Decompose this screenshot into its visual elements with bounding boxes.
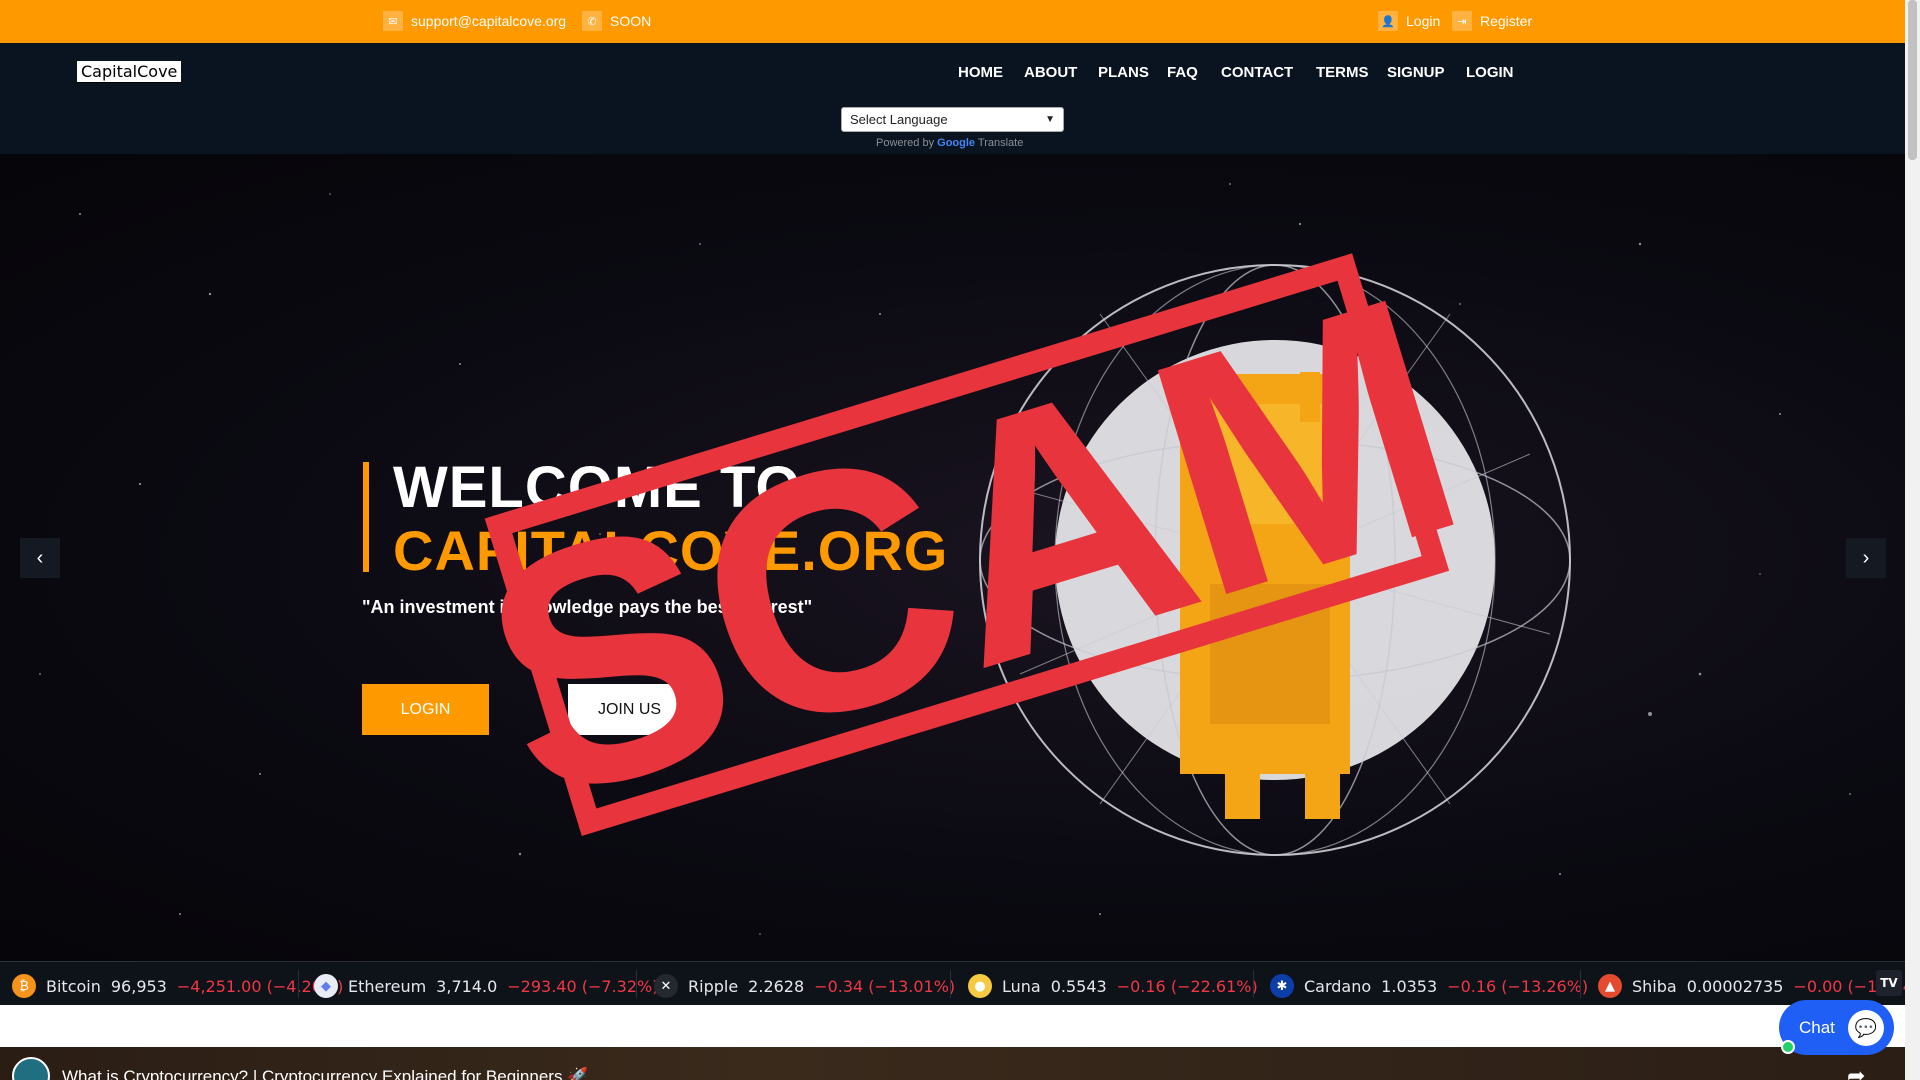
ticker-change: −0.34 (−13.01%) [814, 976, 956, 996]
main-navbar: CapitalCove HOME ABOUT PLANS FAQ CONTACT… [0, 43, 1905, 154]
ticker-item-cardano[interactable]: ✱ Cardano 1.0353 −0.16 (−13.26%) [1270, 974, 1588, 998]
ticker-change: −0.16 (−22.61%) [1116, 976, 1258, 996]
page-spacer [0, 1005, 1905, 1047]
ticker-divider [298, 970, 299, 998]
hero-join-button[interactable]: JOIN US [568, 684, 691, 735]
page: ✉ support@capitalcove.org ✆ SOON 👤 Login… [0, 0, 1920, 1080]
google-translate-credit: Powered by Google Translate [876, 137, 1023, 149]
ticker-name: Ethereum [348, 976, 427, 996]
nav-contact[interactable]: CONTACT [1221, 64, 1293, 81]
cardano-icon: ✱ [1270, 974, 1294, 998]
ticker-change: −0.16 (−13.26%) [1447, 976, 1589, 996]
chevron-left-icon: ‹ [36, 546, 44, 569]
chat-bubble-icon: 💬 [1848, 1010, 1884, 1046]
email-link[interactable]: ✉ support@capitalcove.org [383, 10, 566, 32]
ticker-price: 0.00002735 [1686, 976, 1784, 996]
hero-title-line2: CAPITALCOVE.ORG [393, 519, 949, 582]
shiba-icon: ▲ [1598, 974, 1622, 998]
nav-about[interactable]: ABOUT [1024, 64, 1077, 81]
phone-text: SOON [610, 13, 652, 29]
powered-by-text: Powered by [876, 137, 935, 149]
language-select[interactable]: Select Language ▼ [841, 107, 1064, 132]
youtube-video-embed[interactable]: What is Cryptocurrency? | Cryptocurrency… [0, 1047, 1905, 1080]
slider-next-button[interactable]: › [1846, 538, 1886, 578]
tradingview-logo-icon[interactable]: TV [1876, 970, 1902, 996]
ticker-divider [950, 970, 951, 998]
ticker-price: 0.5543 [1050, 976, 1107, 996]
nav-faq[interactable]: FAQ [1167, 64, 1198, 81]
email-text: support@capitalcove.org [411, 13, 567, 29]
ticker-price: 3,714.0 [436, 976, 498, 996]
topbar-register-text: Register [1480, 13, 1533, 29]
ticker-item-luna[interactable]: ● Luna 0.5543 −0.16 (−22.61%) [968, 974, 1258, 998]
share-icon[interactable]: ➦ [1847, 1063, 1865, 1080]
ticker-price: 2.2628 [748, 976, 805, 996]
language-select-value: Select Language [850, 112, 948, 127]
hero-quote: "An investment in knowledge pays the bes… [362, 597, 813, 617]
ethereum-icon: ◆ [314, 974, 338, 998]
envelope-icon: ✉ [383, 11, 403, 31]
site-logo[interactable]: CapitalCove [77, 61, 182, 83]
ticker-name: Luna [1002, 976, 1041, 996]
ripple-icon: ✕ [654, 974, 678, 998]
hero-login-button[interactable]: LOGIN [362, 684, 489, 735]
phone-icon: ✆ [582, 11, 602, 31]
phone-link[interactable]: ✆ SOON [582, 10, 651, 32]
channel-avatar[interactable] [12, 1057, 50, 1080]
chat-widget-button[interactable]: Chat 💬 [1779, 1000, 1894, 1055]
ticker-divider [636, 970, 637, 998]
crypto-ticker-tape[interactable]: ₿ Bitcoin 96,953 −4,251.00 (−4.20%) ◆ Et… [0, 961, 1905, 1005]
top-bar: ✉ support@capitalcove.org ✆ SOON 👤 Login… [0, 0, 1905, 43]
nav-terms[interactable]: TERMS [1316, 64, 1369, 81]
ticker-price: 96,953 [110, 976, 167, 996]
topbar-register-link[interactable]: ⇥ Register [1452, 10, 1532, 32]
hero-slider: WELCOME TO CAPITALCOVE.ORG "An investmen… [0, 154, 1905, 961]
page-scrollbar[interactable] [1905, 0, 1920, 1080]
ticker-name: Ripple [688, 976, 739, 996]
ticker-name: Bitcoin [46, 976, 101, 996]
bitcoin-globe-graphic [979, 264, 1571, 856]
ticker-name: Shiba [1632, 976, 1677, 996]
chat-label: Chat [1799, 1017, 1835, 1037]
hero-accent-bar [363, 462, 369, 572]
slider-prev-button[interactable]: ‹ [20, 538, 60, 578]
ticker-price: 1.0353 [1381, 976, 1438, 996]
online-status-indicator [1781, 1040, 1795, 1054]
ticker-item-ripple[interactable]: ✕ Ripple 2.2628 −0.34 (−13.01%) [654, 974, 955, 998]
google-logo: Google [937, 137, 976, 149]
topbar-login-text: Login [1406, 13, 1441, 29]
video-title[interactable]: What is Cryptocurrency? | Cryptocurrency… [62, 1067, 588, 1080]
topbar-login-link[interactable]: 👤 Login [1378, 10, 1440, 32]
nav-signup[interactable]: SIGNUP [1387, 64, 1445, 81]
nav-login[interactable]: LOGIN [1466, 64, 1514, 81]
luna-icon: ● [968, 974, 992, 998]
chevron-down-icon: ▼ [1045, 114, 1055, 125]
nav-plans[interactable]: PLANS [1098, 64, 1149, 81]
ticker-divider [1580, 970, 1581, 998]
starfield-background [39, 183, 1851, 935]
bitcoin-icon: ₿ [12, 974, 36, 998]
translate-link[interactable]: Translate [978, 137, 1023, 149]
ticker-item-ethereum[interactable]: ◆ Ethereum 3,714.0 −293.40 (−7.32%) [314, 974, 658, 998]
ticker-name: Cardano [1304, 976, 1372, 996]
sign-in-icon: ⇥ [1452, 11, 1472, 31]
chevron-right-icon: › [1862, 546, 1870, 569]
ticker-item-shiba[interactable]: ▲ Shiba 0.00002735 −0.00 (−15.04%) [1598, 974, 1905, 998]
hero-title-line1: WELCOME TO [393, 455, 802, 520]
nav-home[interactable]: HOME [958, 64, 1003, 81]
scrollbar-thumb[interactable] [1908, 0, 1917, 160]
user-icon: 👤 [1378, 11, 1398, 31]
ticker-item-bitcoin[interactable]: ₿ Bitcoin 96,953 −4,251.00 (−4.20%) [12, 974, 343, 998]
ticker-divider [1253, 970, 1254, 998]
